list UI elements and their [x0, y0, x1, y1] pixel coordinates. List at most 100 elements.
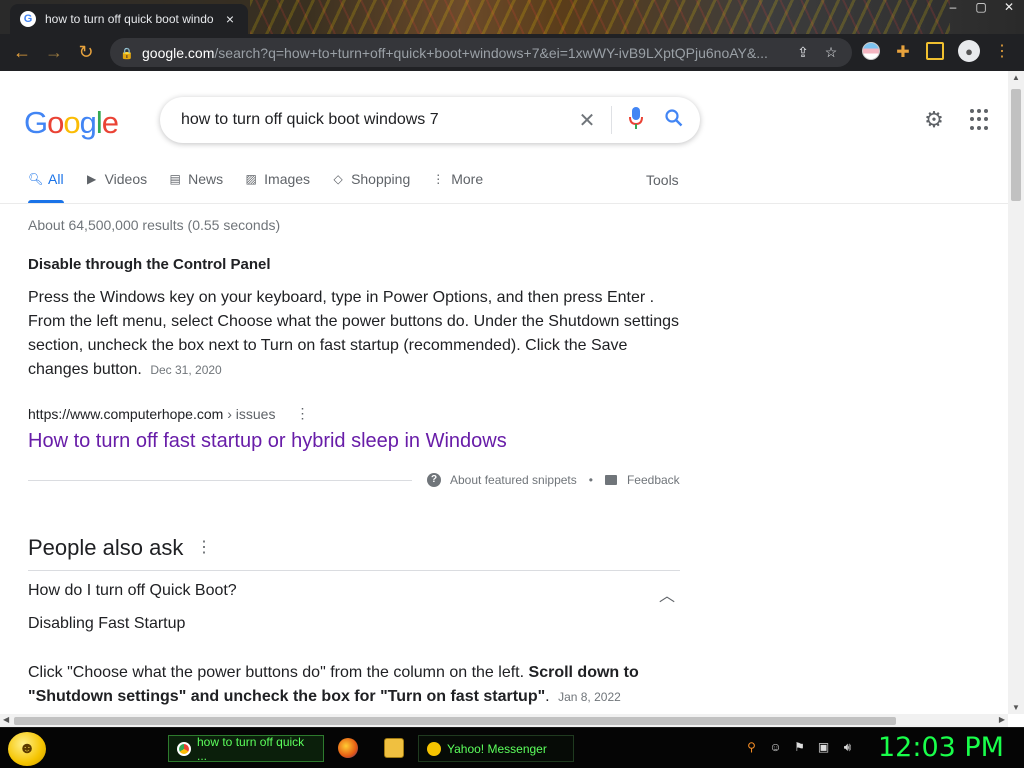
horizontal-scrollbar[interactable]: ◀ ▶ — [0, 714, 1008, 727]
action-center-flag-icon[interactable]: ⚑ — [792, 740, 807, 755]
tag-icon: ◇ — [333, 172, 343, 186]
system-tray: ⚲ ☺ ⚑ ▣ 🔊︎ — [744, 740, 855, 755]
search-icon[interactable] — [662, 108, 686, 132]
tab-label: News — [188, 171, 224, 187]
search-input[interactable]: how to turn off quick boot windows 7 — [181, 111, 575, 129]
cite-url[interactable]: https://www.computerhope.com — [28, 406, 223, 422]
window-controls: – ▢ ✕ — [946, 0, 1016, 14]
reload-icon[interactable]: ↻ — [70, 42, 102, 63]
search-divider — [611, 106, 612, 134]
tab-shopping[interactable]: ◇ Shopping — [331, 167, 410, 191]
address-bar[interactable]: 🔒 google.com/search?q=how+to+turn+off+qu… — [110, 38, 852, 67]
feedback-icon — [604, 475, 617, 485]
tab-label: Videos — [104, 171, 148, 187]
tab-close-icon[interactable]: × — [222, 11, 238, 27]
settings-gear-icon[interactable]: ⚙ — [922, 107, 946, 132]
back-arrow-icon[interactable]: ← — [6, 42, 38, 63]
horizontal-scroll-thumb[interactable] — [14, 717, 896, 725]
maximize-icon[interactable]: ▢ — [974, 0, 988, 14]
paa-answer-heading: Disabling Fast Startup — [28, 615, 186, 632]
tab-strip: G how to turn off quick boot windo × – ▢… — [0, 0, 1024, 34]
tab-all[interactable]: 🔍︎ All — [28, 167, 64, 191]
paa-answer-text: Click "Choose what the power buttons do"… — [28, 664, 529, 681]
tab-news[interactable]: ▤ News — [168, 167, 223, 191]
snippet-title: Disable through the Control Panel — [28, 256, 271, 273]
result-options-icon[interactable]: ⋮ — [295, 405, 309, 422]
taskbar-chrome-label: how to turn off quick ... — [197, 734, 305, 763]
network-icon[interactable]: ▣ — [816, 740, 831, 755]
bookmark-star-icon[interactable]: ☆ — [820, 44, 842, 61]
search-small-icon: 🔍︎ — [28, 172, 44, 186]
about-featured-snippets-link[interactable]: About featured snippets — [450, 473, 577, 487]
scroll-left-icon[interactable]: ◀ — [3, 715, 9, 724]
cite-breadcrumb: › issues — [227, 405, 276, 422]
close-window-icon[interactable]: ✕ — [1002, 0, 1016, 14]
google-logo[interactable]: Google — [24, 105, 119, 141]
snippet-divider — [28, 480, 412, 481]
snippet-date: Dec 31, 2020 — [150, 363, 222, 377]
microphone-icon[interactable] — [624, 106, 648, 134]
folder-icon[interactable] — [384, 738, 404, 758]
scroll-right-icon[interactable]: ▶ — [999, 715, 1005, 724]
browser-menu-icon[interactable]: ⋮ — [994, 41, 1010, 61]
tab-videos[interactable]: ▶ Videos — [85, 167, 148, 191]
yahoo-messenger-icon — [427, 741, 441, 756]
start-smiley-icon[interactable]: ☻ — [8, 732, 46, 766]
snippet-text: Press the Windows key on your keyboard, … — [28, 289, 680, 378]
extension-flag-icon[interactable] — [862, 42, 880, 60]
chevron-up-icon[interactable]: ︿ — [659, 582, 675, 606]
result-title-link[interactable]: How to turn off fast startup or hybrid s… — [28, 430, 507, 453]
url-text[interactable]: google.com/search?q=how+to+turn+off+quic… — [142, 45, 786, 61]
help-icon: ? — [427, 473, 441, 487]
snippet-footer: ? About featured snippets • Feedback — [427, 473, 680, 487]
feedback-link[interactable]: Feedback — [627, 473, 680, 487]
taskbar-yahoo-button[interactable]: Yahoo! Messenger — [418, 735, 574, 762]
vertical-scrollbar[interactable]: ▲ ▼ — [1008, 71, 1024, 714]
tools-button[interactable]: Tools — [646, 172, 679, 188]
url-host: google.com — [142, 44, 215, 61]
search-results-page: Google how to turn off quick boot window… — [0, 71, 1008, 714]
profile-avatar-icon[interactable]: ● — [958, 40, 980, 62]
volume-icon[interactable]: 🔊︎ — [840, 740, 855, 755]
messenger-tray-icon[interactable]: ☺ — [768, 740, 783, 755]
taskbar-chrome-button[interactable]: how to turn off quick ... — [168, 734, 324, 763]
footer-separator: • — [588, 473, 593, 487]
forward-arrow-icon[interactable]: → — [38, 42, 70, 63]
side-panel-icon[interactable] — [926, 42, 944, 60]
chrome-icon — [177, 741, 191, 756]
search-box[interactable]: how to turn off quick boot windows 7 ✕ — [160, 97, 700, 143]
toolbar-extensions: ✚ ● ⋮ — [862, 40, 1010, 62]
image-icon: ▨ — [245, 172, 257, 186]
vertical-scroll-thumb[interactable] — [1011, 89, 1021, 201]
tab-title: how to turn off quick boot windo — [45, 12, 214, 26]
share-icon[interactable]: ⇪ — [792, 44, 814, 61]
tab-more[interactable]: ⋮ More — [431, 167, 483, 191]
clear-icon[interactable]: ✕ — [575, 108, 599, 133]
search-tray-icon[interactable]: ⚲ — [744, 740, 759, 755]
paa-options-icon[interactable]: ⋮ — [196, 537, 212, 557]
lock-icon[interactable]: 🔒 — [120, 47, 134, 60]
tab-label: More — [451, 171, 484, 187]
tab-label: Images — [264, 171, 311, 187]
taskbar-clock[interactable]: 12:03 PM — [878, 732, 1004, 763]
paa-answer-date: Jan 8, 2022 — [558, 690, 621, 704]
result-stats: About 64,500,000 results (0.55 seconds) — [28, 217, 281, 233]
tabs-divider — [0, 203, 1008, 204]
extensions-puzzle-icon[interactable]: ✚ — [894, 42, 912, 61]
browser-toolbar: ← → ↻ 🔒 google.com/search?q=how+to+turn+… — [0, 34, 1024, 71]
paa-answer: Click "Choose what the power buttons do"… — [28, 661, 688, 709]
firefox-icon[interactable] — [338, 738, 358, 758]
tab-images[interactable]: ▨ Images — [244, 167, 310, 191]
paa-question[interactable]: How do I turn off Quick Boot? — [28, 582, 237, 600]
result-cite[interactable]: https://www.computerhope.com › issues ⋮ — [28, 405, 309, 422]
browser-tab[interactable]: G how to turn off quick boot windo × — [10, 4, 248, 34]
paa-divider — [28, 570, 680, 571]
google-apps-icon[interactable] — [970, 109, 992, 131]
minimize-icon[interactable]: – — [946, 0, 960, 14]
scroll-down-icon[interactable]: ▼ — [1011, 703, 1021, 712]
url-path: /search?q=how+to+turn+off+quick+boot+win… — [214, 44, 768, 61]
scroll-up-icon[interactable]: ▲ — [1011, 73, 1021, 82]
video-icon: ▶ — [86, 172, 97, 186]
paa-answer-end: . — [545, 688, 550, 705]
tab-label: Shopping — [351, 171, 411, 187]
